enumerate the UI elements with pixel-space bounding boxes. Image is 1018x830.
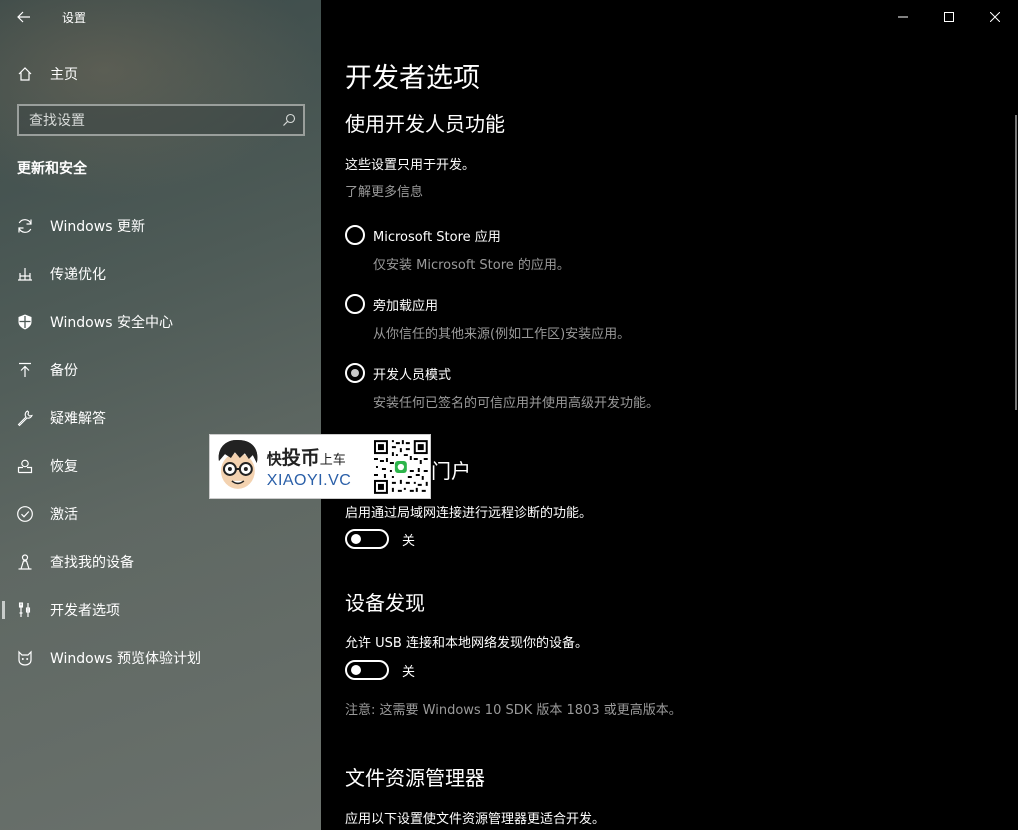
delivery-optimization-icon bbox=[0, 265, 50, 283]
device-portal-heading: 门户 bbox=[431, 459, 471, 483]
watermark-text-1b: 投币 bbox=[281, 447, 320, 469]
search-box[interactable]: 查找设置 bbox=[17, 104, 305, 136]
nav-home[interactable]: 主页 bbox=[0, 60, 321, 88]
sidebar-item-delivery-optimization[interactable]: 传递优化 bbox=[0, 250, 321, 298]
device-discovery-note: 注意: 这需要 Windows 10 SDK 版本 1803 或更高版本。 bbox=[345, 703, 682, 718]
minimize-button[interactable] bbox=[880, 0, 926, 34]
device-discovery-heading: 设备发现 bbox=[345, 591, 425, 615]
radio-sideload-apps[interactable]: 旁加载应用 bbox=[345, 294, 438, 314]
device-portal-toggle[interactable] bbox=[345, 529, 389, 549]
find-device-person-icon bbox=[0, 553, 50, 571]
sidebar-item-label: 激活 bbox=[50, 507, 78, 523]
check-circle-icon bbox=[0, 505, 50, 523]
device-discovery-toggle-row[interactable]: 关 bbox=[345, 660, 415, 680]
radio-developer-mode[interactable]: 开发人员模式 bbox=[345, 363, 451, 383]
sidebar-item-developer-options[interactable]: 开发者选项 bbox=[0, 586, 321, 634]
sidebar-item-security-center[interactable]: Windows 安全中心 bbox=[0, 298, 321, 346]
sidebar-item-backup[interactable]: 备份 bbox=[0, 346, 321, 394]
sidebar-item-label: Windows 更新 bbox=[50, 219, 145, 235]
sidebar-item-label: Windows 预览体验计划 bbox=[50, 651, 201, 667]
sidebar-item-label: Windows 安全中心 bbox=[50, 315, 173, 331]
learn-more-link[interactable]: 了解更多信息 bbox=[345, 181, 423, 200]
sidebar-item-label: 查找我的设备 bbox=[50, 555, 134, 571]
watermark-text: 快投币上车 XIAOYI.VC bbox=[267, 443, 367, 490]
radio-description: 仅安装 Microsoft Store 的应用。 bbox=[373, 258, 570, 273]
close-button[interactable] bbox=[972, 0, 1018, 34]
sidebar-item-insider-program[interactable]: Windows 预览体验计划 bbox=[0, 634, 321, 682]
sidebar-item-label: 疑难解答 bbox=[50, 411, 106, 427]
shield-icon bbox=[0, 313, 50, 331]
sync-icon bbox=[0, 217, 50, 235]
insider-cat-icon bbox=[0, 649, 50, 667]
file-explorer-heading: 文件资源管理器 bbox=[345, 766, 485, 790]
nav-home-label: 主页 bbox=[50, 67, 78, 83]
toggle-state-label: 关 bbox=[402, 533, 416, 549]
sidebar-item-label: 开发者选项 bbox=[50, 603, 120, 619]
maximize-button[interactable] bbox=[926, 0, 972, 34]
title-bar: 设置 bbox=[0, 0, 321, 34]
sidebar-item-label: 传递优化 bbox=[50, 267, 106, 283]
close-icon bbox=[990, 12, 1000, 22]
watermark-banner: 快投币上车 XIAOYI.VC bbox=[209, 434, 431, 499]
maximize-icon bbox=[944, 12, 954, 22]
sidebar-item-label: 备份 bbox=[50, 363, 78, 379]
radio-description: 安装任何已签名的可信应用并使用高级开发功能。 bbox=[373, 396, 660, 411]
home-icon bbox=[0, 66, 50, 82]
device-portal-toggle-row[interactable]: 关 bbox=[345, 529, 415, 549]
device-discovery-toggle[interactable] bbox=[345, 660, 389, 680]
search-icon[interactable] bbox=[275, 113, 303, 127]
sidebar-item-windows-update[interactable]: Windows 更新 bbox=[0, 202, 321, 250]
sidebar-item-find-my-device[interactable]: 查找我的设备 bbox=[0, 538, 321, 586]
radio-label: 旁加载应用 bbox=[373, 298, 439, 314]
window-controls bbox=[880, 0, 1018, 34]
radio-button-selected[interactable] bbox=[345, 363, 365, 383]
section-title: 更新和安全 bbox=[17, 161, 87, 177]
wrench-icon bbox=[0, 409, 50, 427]
dev-features-description: 这些设置只用于开发。 bbox=[345, 158, 476, 173]
toggle-state-label: 关 bbox=[402, 664, 416, 680]
qr-code-icon bbox=[372, 437, 430, 496]
search-input[interactable]: 查找设置 bbox=[29, 110, 275, 130]
app-title: 设置 bbox=[62, 10, 87, 25]
scrollbar[interactable] bbox=[1015, 115, 1017, 410]
radio-label: Microsoft Store 应用 bbox=[373, 229, 501, 245]
developer-tools-icon bbox=[0, 601, 50, 619]
device-portal-description: 启用通过局域网连接进行远程诊断的功能。 bbox=[345, 506, 593, 521]
cartoon-avatar-icon bbox=[218, 439, 258, 489]
radio-label: 开发人员模式 bbox=[373, 367, 452, 383]
file-explorer-description: 应用以下设置使文件资源管理器更适合开发。 bbox=[345, 812, 606, 827]
back-arrow-icon bbox=[17, 11, 30, 23]
back-button[interactable] bbox=[0, 0, 48, 34]
radio-button[interactable] bbox=[345, 225, 365, 245]
watermark-text-1c: 上车 bbox=[319, 453, 346, 468]
radio-description: 从你信任的其他来源(例如工作区)安装应用。 bbox=[373, 327, 631, 342]
radio-store-apps[interactable]: Microsoft Store 应用 bbox=[345, 225, 501, 245]
radio-button[interactable] bbox=[345, 294, 365, 314]
sidebar-item-label: 恢复 bbox=[50, 459, 78, 475]
watermark-text-1a: 快 bbox=[266, 450, 282, 468]
backup-upload-icon bbox=[0, 361, 50, 379]
main-content: 开发者选项 使用开发人员功能 这些设置只用于开发。 了解更多信息 Microso… bbox=[321, 0, 1018, 830]
watermark-domain: XIAOYI.VC bbox=[266, 472, 352, 489]
sidebar: 设置 主页 查找设置 更新和安全 Windows 更新 传递优化 Windows… bbox=[0, 0, 321, 830]
minimize-icon bbox=[898, 16, 908, 18]
recovery-icon bbox=[0, 457, 50, 475]
dev-features-heading: 使用开发人员功能 bbox=[345, 112, 505, 136]
page-title: 开发者选项 bbox=[345, 63, 480, 94]
device-discovery-description: 允许 USB 连接和本地网络发现你的设备。 bbox=[345, 636, 588, 651]
